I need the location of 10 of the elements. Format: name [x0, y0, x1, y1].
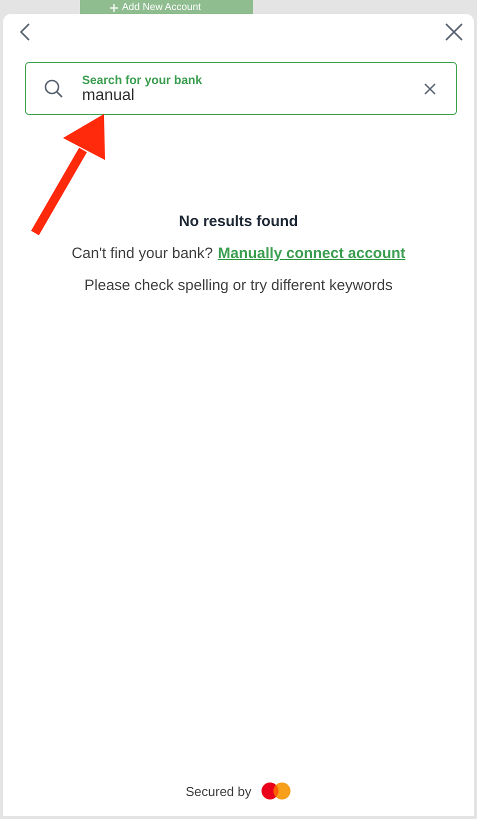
hint-text: Please check spelling or try different keywords — [84, 277, 393, 294]
no-results-title: No results found — [178, 213, 298, 230]
prompt-text: Can't find your bank? — [72, 245, 213, 262]
clear-icon[interactable] — [424, 82, 436, 94]
secured-by-text: Secured by — [186, 784, 252, 798]
mastercard-logo-icon — [261, 782, 292, 800]
plus-icon — [110, 4, 118, 12]
field-label: Search for your bank — [82, 72, 202, 86]
search-icon — [44, 78, 64, 98]
search-field[interactable]: Search for your bank manual — [25, 62, 457, 115]
